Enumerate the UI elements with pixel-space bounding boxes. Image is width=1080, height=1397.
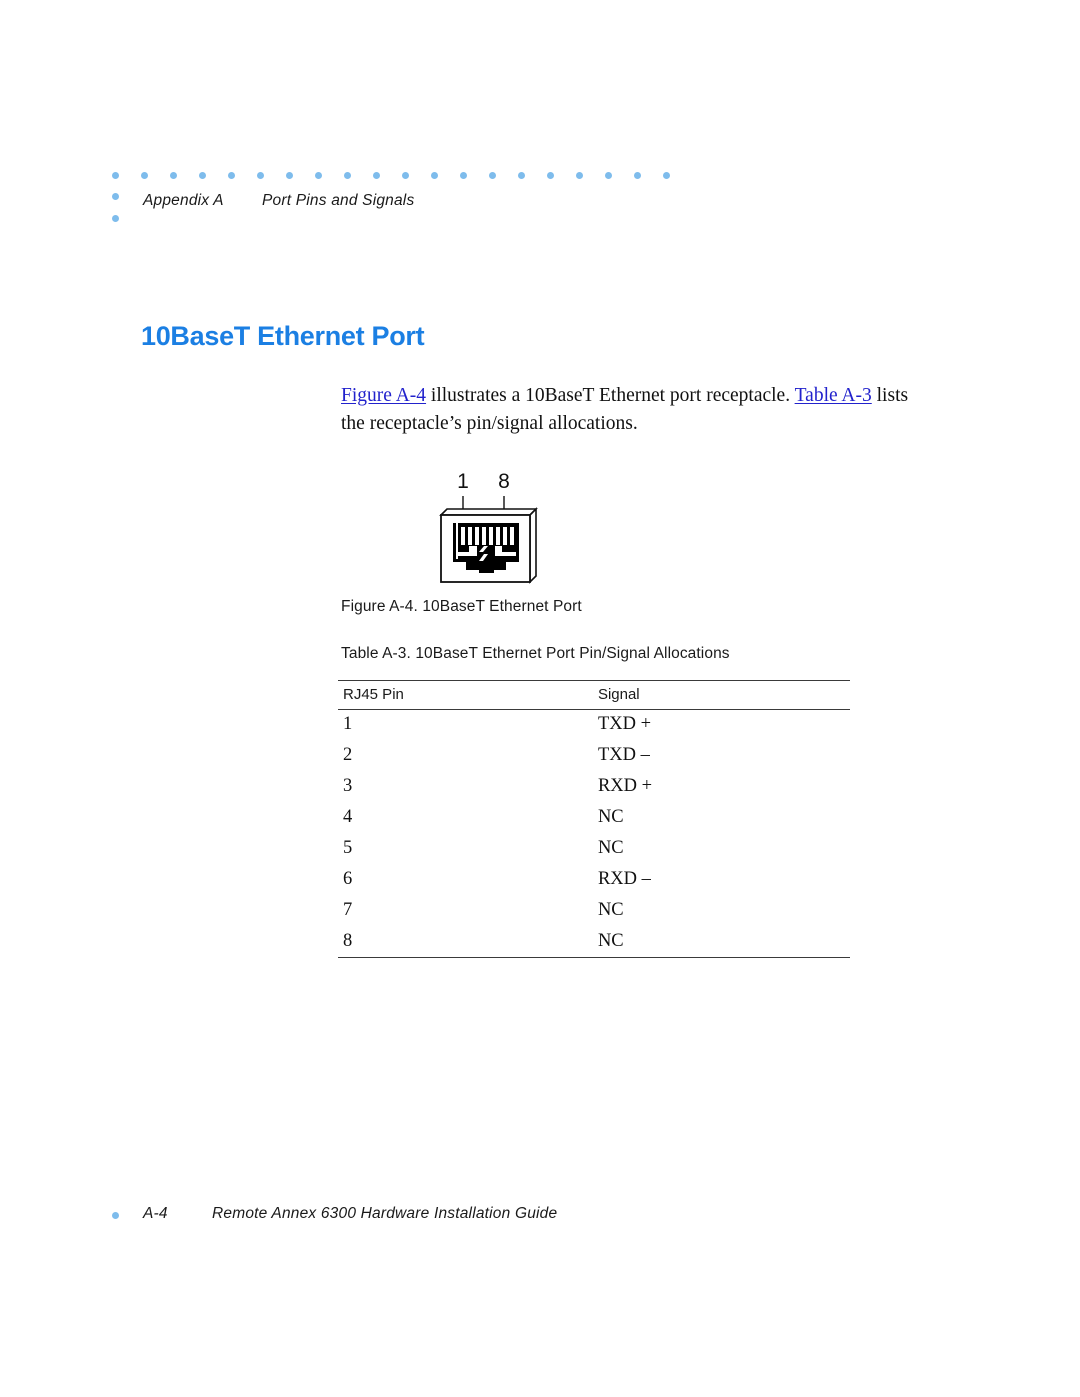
header-row-dot (141, 172, 148, 179)
receptacle-side-bevel (529, 507, 537, 584)
header-row-dot (402, 172, 409, 179)
jack-inner-left-edge (456, 523, 458, 559)
pin-signal-table: RJ45 Pin Signal 1 TXD + 2 TXD – 3 RXD + 4 NC 5 NC… (338, 680, 850, 957)
footer-page-number: A-4 (143, 1205, 168, 1222)
header-row-dot (634, 172, 641, 179)
table-row: 7 NC (338, 895, 850, 926)
cell-signal: TXD + (597, 714, 652, 734)
header-row-dot (257, 172, 264, 179)
column-header-signal: Signal (597, 686, 640, 703)
header-row-dot (286, 172, 293, 179)
header-row-dot (489, 172, 496, 179)
table-bottom-rule (338, 957, 850, 958)
header-row-dot (663, 172, 670, 179)
table-row: 3 RXD + (338, 771, 850, 802)
table-row: 5 NC (338, 833, 850, 864)
intro-paragraph: Figure A-4 illustrates a 10BaseT Etherne… (341, 382, 921, 438)
header-row-dot (547, 172, 554, 179)
cell-rj45-pin: 8 (343, 931, 353, 951)
rj45-receptacle-figure: 1 8 (432, 466, 552, 591)
cell-rj45-pin: 6 (343, 869, 353, 889)
cell-rj45-pin: 1 (343, 714, 353, 734)
header-column-dot (112, 215, 119, 222)
figure-caption: Figure A-4. 10BaseT Ethernet Port (341, 598, 582, 615)
pin-1-label: 1 (457, 470, 469, 493)
figure-a-4-link[interactable]: Figure A-4 (341, 385, 426, 406)
header-row-dot (373, 172, 380, 179)
header-row-dot (199, 172, 206, 179)
cell-rj45-pin: 4 (343, 807, 353, 827)
latch-notch-block (479, 562, 494, 573)
header-section-label: Port Pins and Signals (262, 192, 415, 209)
header-row-dot (315, 172, 322, 179)
header-row-dot (460, 172, 467, 179)
header-row-dot (605, 172, 612, 179)
pin-8-label: 8 (498, 470, 510, 493)
cell-rj45-pin: 2 (343, 745, 353, 765)
cell-rj45-pin: 5 (343, 838, 353, 858)
table-header-row: RJ45 Pin Signal (338, 680, 850, 709)
header-row-dot (228, 172, 235, 179)
table-row: 6 RXD – (338, 864, 850, 895)
cell-signal: RXD – (597, 869, 651, 889)
cell-signal: RXD + (597, 776, 653, 796)
table-row: 8 NC (338, 926, 850, 957)
header-row-dot (576, 172, 583, 179)
footer-dot (112, 1212, 119, 1219)
cell-signal: NC (597, 838, 624, 858)
footer-guide-title: Remote Annex 6300 Hardware Installation … (212, 1205, 558, 1222)
cell-rj45-pin: 3 (343, 776, 353, 796)
header-dot-column (112, 193, 121, 233)
header-row-dot (112, 172, 119, 179)
header-row-dot (518, 172, 525, 179)
header-column-dot (112, 193, 119, 200)
intro-text-part-1: illustrates a 10BaseT Ethernet port rece… (426, 384, 795, 406)
cell-signal: NC (597, 900, 624, 920)
table-row: 2 TXD – (338, 740, 850, 771)
page-title: 10BaseT Ethernet Port (141, 321, 425, 352)
receptacle-top-bevel (439, 508, 538, 516)
column-header-rj45-pin: RJ45 Pin (343, 686, 404, 703)
table-caption: Table A-3. 10BaseT Ethernet Port Pin/Sig… (341, 645, 730, 662)
table-row: 1 TXD + (338, 709, 850, 740)
cell-rj45-pin: 7 (343, 900, 353, 920)
table-body: 1 TXD + 2 TXD – 3 RXD + 4 NC 5 NC 6 RXD – 7 NC 8 NC (338, 709, 850, 957)
header-dot-row (112, 172, 672, 181)
document-page: Appendix A Port Pins and Signals 10BaseT… (0, 0, 1080, 1397)
cell-signal: NC (597, 807, 624, 827)
header-row-dot (170, 172, 177, 179)
table-row: 4 NC (338, 802, 850, 833)
cell-signal: TXD – (597, 745, 650, 765)
table-header: RJ45 Pin Signal (338, 680, 850, 709)
header-row-dot (431, 172, 438, 179)
cell-signal: NC (597, 931, 624, 951)
header-appendix-label: Appendix A (143, 192, 224, 209)
header-row-dot (344, 172, 351, 179)
table-a-3-link[interactable]: Table A-3 (795, 385, 872, 406)
